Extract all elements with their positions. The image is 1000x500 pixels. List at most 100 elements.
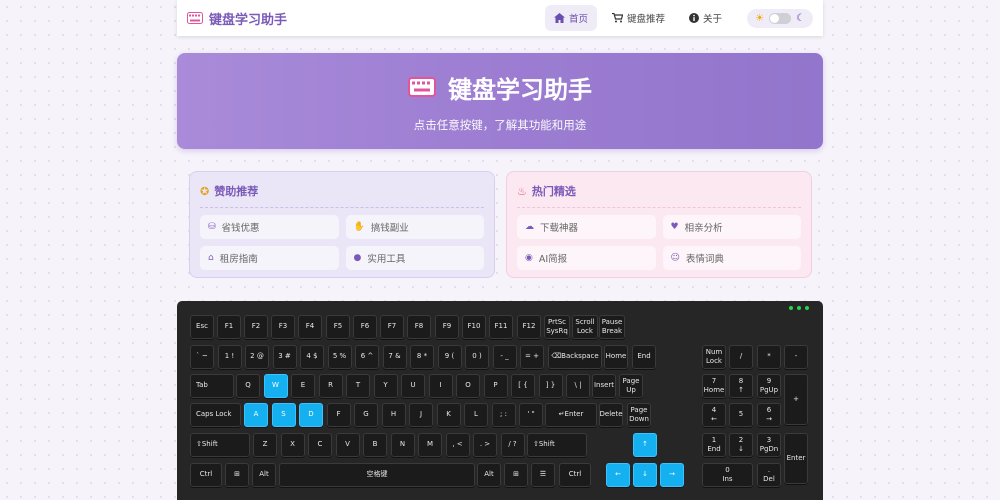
key-n0[interactable]: 0 )	[465, 345, 489, 369]
key-numadd[interactable]: +	[784, 374, 808, 425]
key-t[interactable]: T	[346, 374, 370, 398]
key-f2[interactable]: F2	[244, 315, 268, 339]
key-numenter[interactable]: Enter	[784, 433, 808, 484]
key-j[interactable]: J	[409, 403, 433, 427]
brand[interactable]: 键盘学习助手	[187, 9, 287, 28]
key-f6[interactable]: F6	[353, 315, 377, 339]
key-esc[interactable]: Esc	[190, 315, 214, 339]
key-backslash[interactable]: \ |	[566, 374, 590, 398]
key-num0[interactable]: 0 Ins	[702, 463, 753, 487]
key-h[interactable]: H	[381, 403, 406, 427]
key-end[interactable]: End	[632, 345, 656, 369]
key-comma[interactable]: , <	[445, 433, 470, 457]
key-num9[interactable]: 9 PgUp	[757, 374, 781, 398]
key-n[interactable]: N	[390, 433, 415, 457]
key-f11[interactable]: F11	[489, 315, 513, 339]
key-n5[interactable]: 5 %	[327, 345, 352, 369]
key-ralt[interactable]: Alt	[477, 463, 501, 487]
key-f8[interactable]: F8	[407, 315, 431, 339]
key-right[interactable]: →	[660, 463, 684, 487]
key-backtick[interactable]: ` ~	[190, 345, 214, 369]
key-home[interactable]: Home	[604, 345, 628, 369]
key-n9[interactable]: 9 (	[437, 345, 462, 369]
key-left[interactable]: ←	[606, 463, 630, 487]
key-pause[interactable]: Pause Break	[599, 315, 625, 339]
key-f[interactable]: F	[326, 403, 351, 427]
key-rbracket[interactable]: ] }	[538, 374, 563, 398]
key-f3[interactable]: F3	[271, 315, 295, 339]
key-r[interactable]: R	[318, 374, 343, 398]
key-insert[interactable]: Insert	[592, 374, 616, 398]
key-x[interactable]: X	[280, 433, 305, 457]
key-n7[interactable]: 7 &	[382, 345, 407, 369]
key-lshift[interactable]: ⇧Shift	[190, 433, 250, 457]
key-o[interactable]: O	[456, 374, 480, 398]
key-num2[interactable]: 2 ↓	[729, 433, 753, 457]
key-q[interactable]: Q	[236, 374, 260, 398]
key-num8[interactable]: 8 ↑	[729, 374, 753, 398]
sponsor-item-save-money[interactable]: ⛁ 省钱优惠	[200, 215, 339, 239]
key-c[interactable]: C	[308, 433, 332, 457]
sponsor-item-side-hustle[interactable]: ✋ 搞钱副业	[345, 215, 484, 239]
key-space[interactable]: 空格键	[279, 463, 475, 487]
sponsor-item-rental-guide[interactable]: ⌂ 租房指南	[200, 246, 339, 270]
key-n4[interactable]: 4 $	[300, 345, 324, 369]
key-f12[interactable]: F12	[517, 315, 541, 339]
key-lctrl[interactable]: Ctrl	[190, 463, 222, 487]
key-enter[interactable]: ↵Enter	[545, 403, 597, 427]
key-u[interactable]: U	[401, 374, 425, 398]
hot-item-downloader[interactable]: ☁ 下载神器	[517, 215, 656, 239]
key-l[interactable]: L	[464, 403, 488, 427]
key-num6[interactable]: 6 →	[757, 403, 781, 427]
key-caps[interactable]: Caps Lock	[190, 403, 241, 427]
hot-item-ai-brief[interactable]: ◉ AI简报	[517, 246, 656, 270]
key-e[interactable]: E	[291, 374, 315, 398]
key-semicolon[interactable]: ; :	[491, 403, 516, 427]
key-minus[interactable]: - _	[492, 345, 517, 369]
key-n8[interactable]: 8 *	[410, 345, 434, 369]
key-n2[interactable]: 2 @	[245, 345, 269, 369]
key-num1[interactable]: 1 End	[702, 433, 726, 457]
key-numlock[interactable]: Num Lock	[702, 345, 726, 369]
key-y[interactable]: Y	[373, 374, 398, 398]
key-pgup[interactable]: Page Up	[619, 374, 643, 398]
key-slash[interactable]: / ?	[500, 433, 525, 457]
key-n1[interactable]: 1 !	[217, 345, 242, 369]
key-a[interactable]: A	[244, 403, 268, 427]
key-lbracket[interactable]: [ {	[511, 374, 535, 398]
key-rshift[interactable]: ⇧Shift	[527, 433, 587, 457]
key-p[interactable]: P	[483, 374, 508, 398]
key-z[interactable]: Z	[253, 433, 277, 457]
key-down[interactable]: ↓	[633, 463, 657, 487]
key-period[interactable]: . >	[473, 433, 497, 457]
key-num5[interactable]: 5	[729, 403, 753, 427]
hot-item-dating-analysis[interactable]: ♥ 相亲分析	[662, 215, 801, 239]
key-w[interactable]: W	[263, 374, 288, 398]
key-numsub[interactable]: -	[784, 345, 808, 369]
key-menu[interactable]: ☰	[531, 463, 555, 487]
nav-home[interactable]: 首页	[545, 5, 598, 31]
key-f1[interactable]: F1	[217, 315, 241, 339]
key-b[interactable]: B	[363, 433, 387, 457]
key-rctrl[interactable]: Ctrl	[559, 463, 591, 487]
key-lalt[interactable]: Alt	[252, 463, 276, 487]
key-v[interactable]: V	[335, 433, 360, 457]
key-f10[interactable]: F10	[462, 315, 486, 339]
key-num3[interactable]: 3 PgDn	[757, 433, 781, 457]
key-pgdn[interactable]: Page Down	[627, 403, 651, 427]
key-n3[interactable]: 3 #	[272, 345, 297, 369]
theme-switch[interactable]	[769, 12, 792, 24]
key-f5[interactable]: F5	[326, 315, 350, 339]
key-g[interactable]: G	[354, 403, 378, 427]
key-numdiv[interactable]: /	[729, 345, 753, 369]
key-delete[interactable]: Delete	[599, 403, 623, 427]
key-n6[interactable]: 6 ^	[355, 345, 379, 369]
key-m[interactable]: M	[418, 433, 442, 457]
key-equal[interactable]: = +	[520, 345, 544, 369]
key-prtsc[interactable]: PrtSc SysRq	[544, 315, 570, 339]
key-f9[interactable]: F9	[435, 315, 459, 339]
key-nummul[interactable]: *	[757, 345, 781, 369]
key-i[interactable]: I	[428, 374, 453, 398]
key-scroll[interactable]: Scroll Lock	[572, 315, 598, 339]
key-rwin[interactable]: ⊞	[504, 463, 528, 487]
